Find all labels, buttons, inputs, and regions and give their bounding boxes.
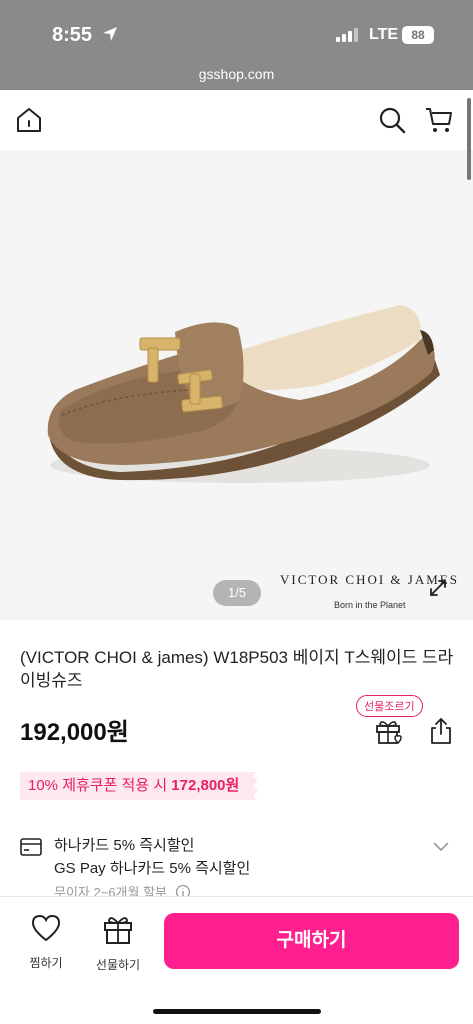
signal-icon (336, 28, 358, 42)
brand-tagline: Born in the Planet (334, 600, 406, 610)
location-arrow-icon (103, 27, 117, 41)
status-time: 8:55 (52, 24, 93, 46)
bottom-action-bar: 찜하기 선물하기 구매하기 (0, 896, 473, 1024)
expand-icon[interactable] (428, 578, 448, 598)
wish-button[interactable]: 찜하기 (16, 913, 76, 971)
home-indicator[interactable] (153, 1009, 321, 1014)
product-price: 192,000원 (20, 719, 129, 746)
product-image-gallery[interactable] (0, 150, 473, 620)
network-type: LTE (369, 26, 399, 43)
benefit-line-2: GS Pay 하나카드 5% 즉시할인 (54, 860, 251, 877)
page-scrollbar[interactable] (467, 98, 471, 180)
battery-icon: 88 (402, 26, 434, 44)
address-url[interactable]: gsshop.com (0, 66, 473, 82)
gift-request-icon[interactable] (374, 717, 404, 745)
gift-icon (104, 917, 132, 944)
credit-card-icon (20, 838, 42, 856)
image-counter: 1/5 (213, 580, 261, 606)
wish-label: 찜하기 (29, 956, 63, 970)
status-bar: 8:55 LTE 88 gsshop.com (0, 0, 473, 90)
home-icon[interactable] (16, 106, 42, 134)
app-header (0, 90, 473, 150)
coupon-text: 10% 제휴쿠폰 적용 시 (28, 777, 172, 794)
product-title: (VICTOR CHOI & james) W18P503 베이지 T스웨이드 … (20, 648, 454, 690)
gift-label: 선물하기 (95, 958, 141, 972)
gift-button[interactable]: 선물하기 (88, 913, 148, 973)
coupon-banner[interactable]: 10% 제휴쿠폰 적용 시 172,800원 (20, 772, 258, 800)
gift-request-badge[interactable]: 선물조르기 (356, 695, 423, 717)
buy-button[interactable]: 구매하기 (164, 913, 459, 969)
share-icon[interactable] (428, 717, 454, 745)
chevron-down-icon[interactable] (432, 840, 450, 852)
search-icon[interactable] (378, 106, 406, 134)
product-image (0, 150, 473, 620)
coupon-price: 172,800원 (171, 777, 240, 794)
heart-icon (31, 914, 61, 942)
benefit-line-1: 하나카드 5% 즉시할인 (54, 837, 195, 854)
cart-icon[interactable] (424, 106, 454, 134)
